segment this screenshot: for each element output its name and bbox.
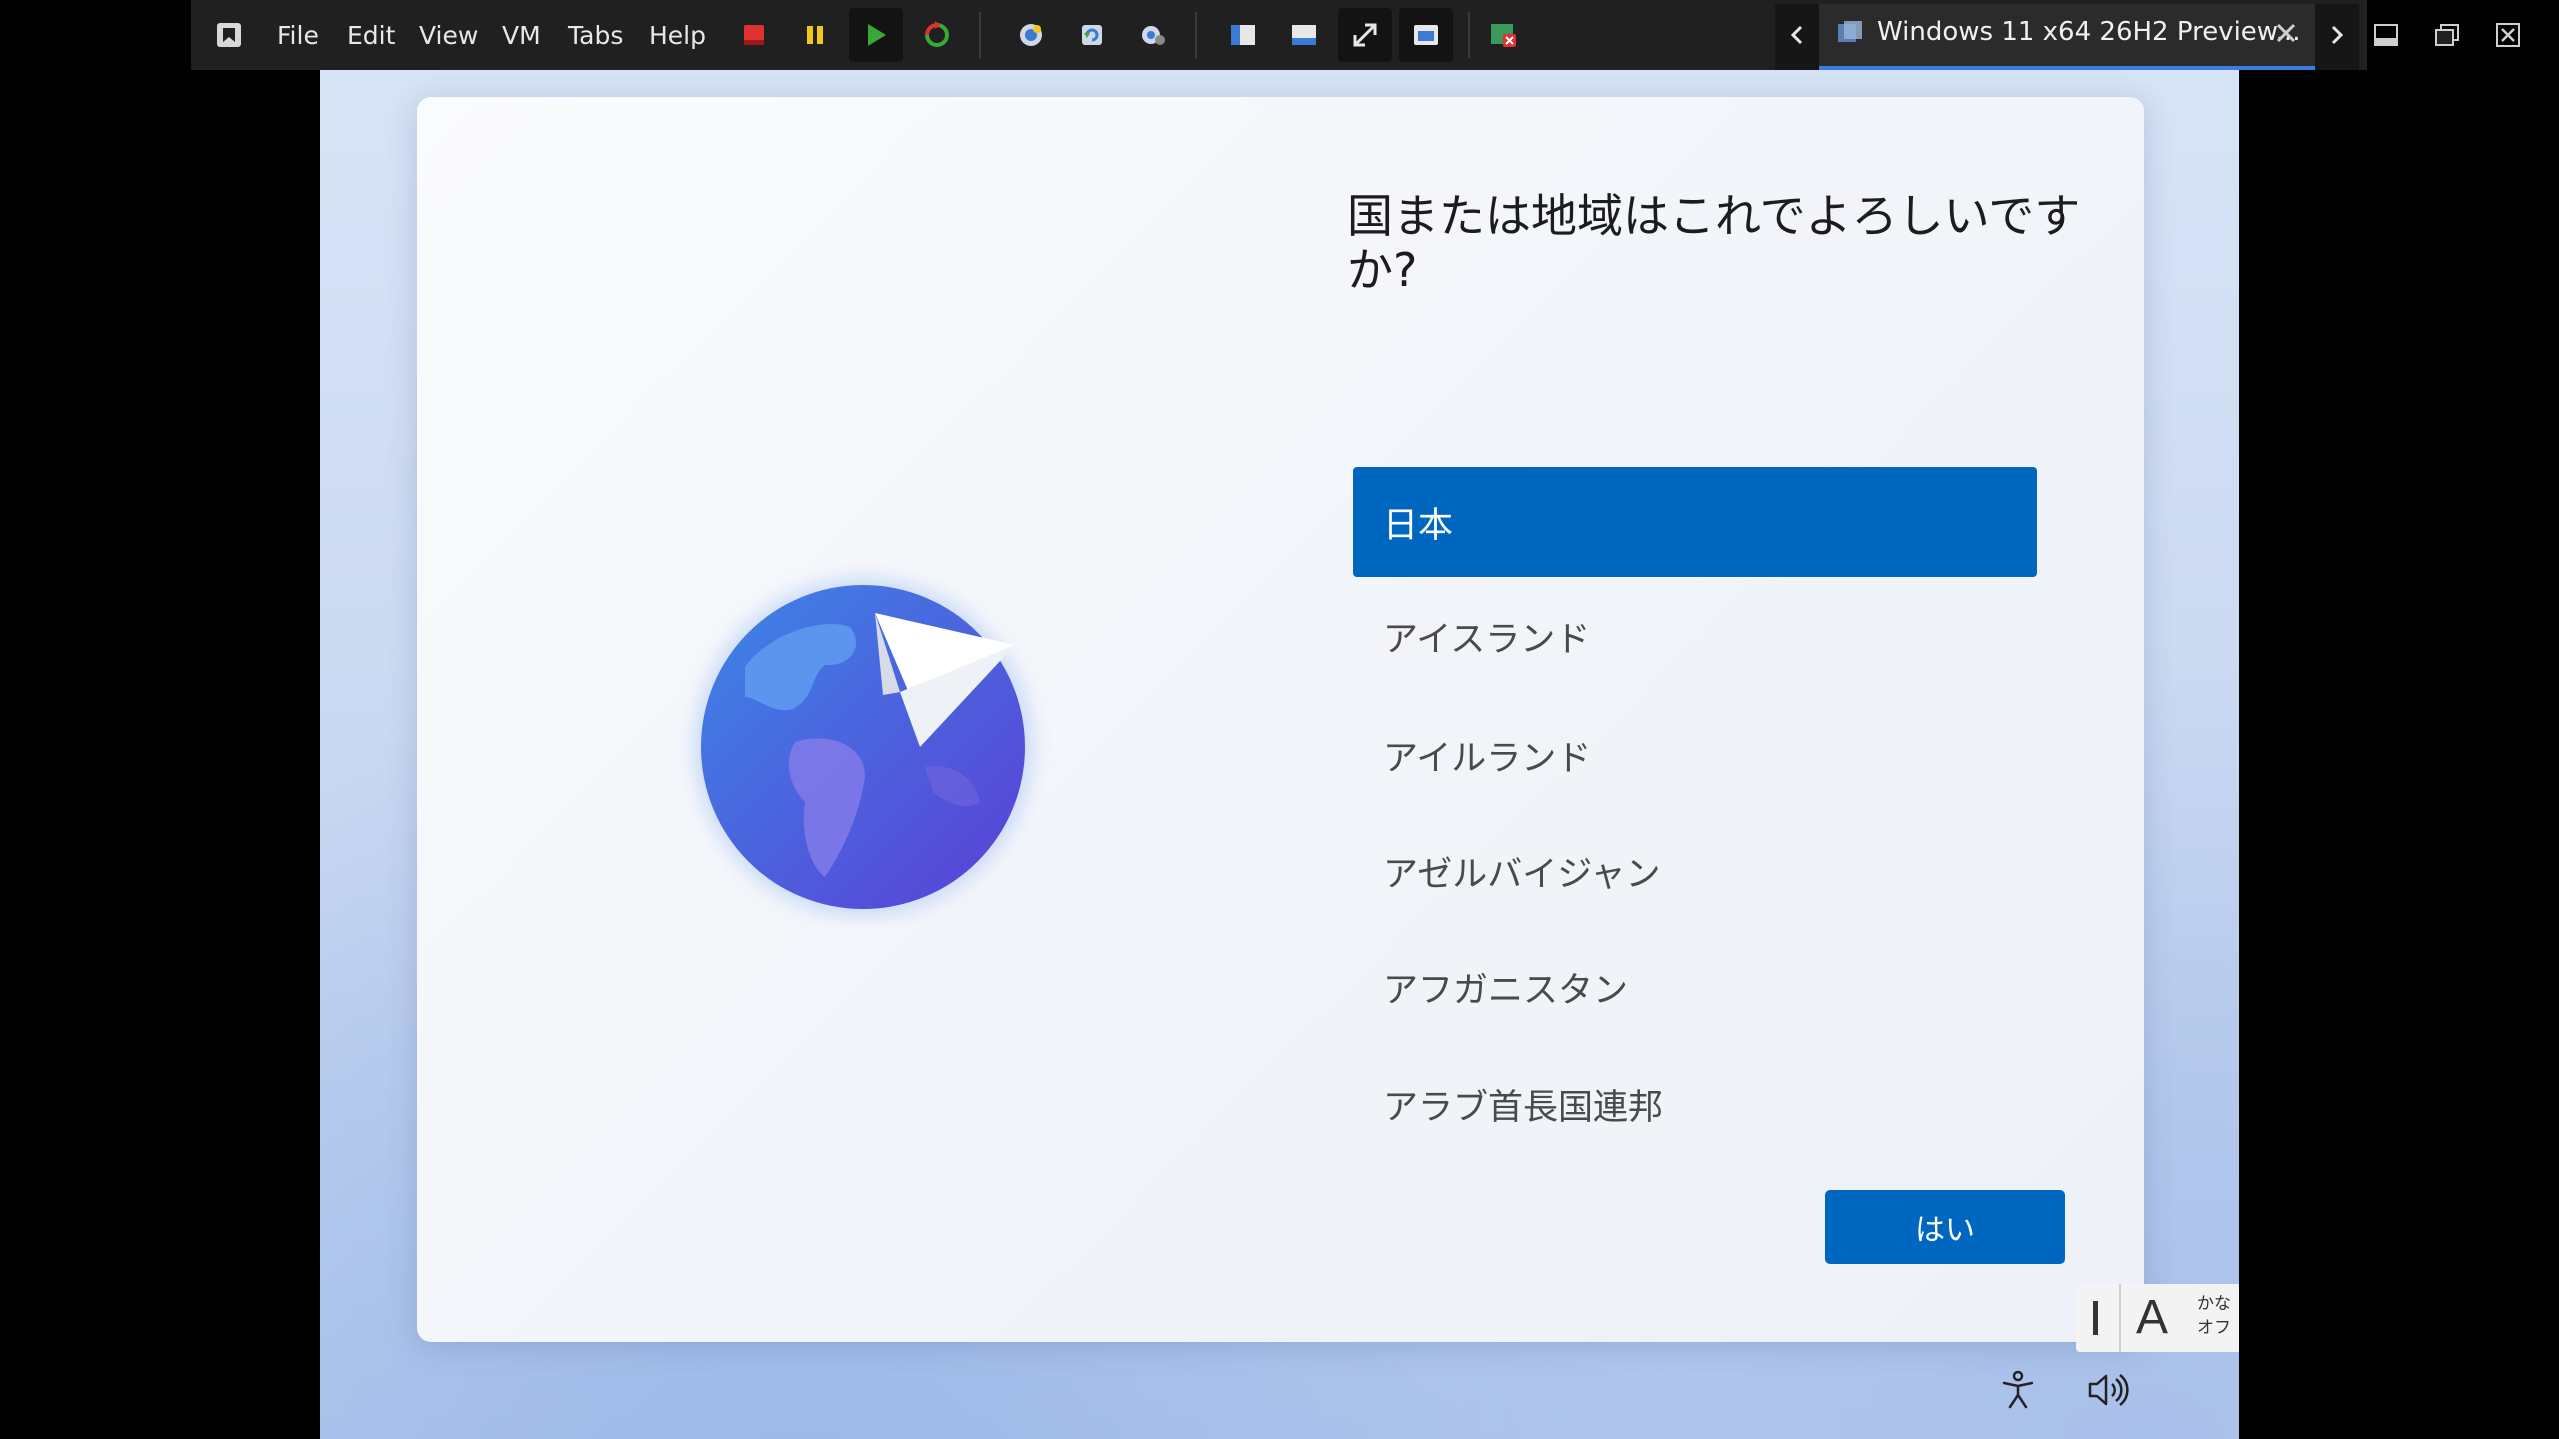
library-icon[interactable]	[1216, 8, 1270, 62]
vm-console[interactable]: 国または地域はこれでよろしいですか? 日本 アイスランド アイルランド アゼルバ…	[320, 70, 2239, 1439]
power-on-icon[interactable]	[849, 8, 903, 62]
menu-help[interactable]: Help	[649, 0, 706, 70]
ime-kana-line2: オフ	[2197, 1318, 2231, 1338]
snapshot-icon[interactable]	[1004, 8, 1058, 62]
globe-paper-plane-icon	[675, 547, 1055, 927]
fullscreen-icon[interactable]	[1338, 8, 1392, 62]
toolbar-separator	[1195, 12, 1197, 58]
country-item-japan[interactable]: 日本	[1353, 467, 2037, 577]
ime-caret	[2093, 1301, 2098, 1335]
oobe-question: 国または地域はこれでよろしいですか?	[1347, 189, 2081, 297]
menu-view[interactable]: View	[419, 0, 478, 70]
reset-icon[interactable]	[910, 8, 964, 62]
ime-indicator[interactable]: A かな オフ	[2076, 1284, 2239, 1352]
yes-button[interactable]: はい	[1825, 1190, 2065, 1264]
vm-tab-icon	[1837, 20, 1863, 50]
oobe-card: 国または地域はこれでよろしいですか? 日本 アイスランド アイルランド アゼルバ…	[417, 97, 2144, 1342]
menu-vm[interactable]: VM	[502, 0, 541, 70]
menu-tabs[interactable]: Tabs	[568, 0, 623, 70]
country-item-azerbaijan[interactable]: アゼルバイジャン	[1353, 816, 2037, 926]
ime-input-mode[interactable]: A	[2136, 1290, 2168, 1345]
minimize-window-icon[interactable]	[2366, 0, 2406, 70]
toolbar-separator	[1468, 12, 1470, 58]
volume-icon[interactable]	[2084, 1367, 2130, 1413]
ime-kana-line1: かな	[2197, 1294, 2231, 1314]
vmware-logo-icon[interactable]	[209, 0, 249, 70]
country-item-uae[interactable]: アラブ首長国連邦	[1353, 1049, 2037, 1159]
tab-close-icon[interactable]	[2275, 22, 2297, 48]
vm-tab-title: Windows 11 x64 26H2 Preview...	[1877, 17, 2301, 47]
manage-snapshots-icon[interactable]	[1126, 8, 1180, 62]
tab-scroll-left-icon[interactable]	[1775, 0, 1819, 70]
power-off-icon[interactable]	[727, 8, 781, 62]
tab-scroll-right-icon[interactable]	[2315, 0, 2359, 70]
restore-window-icon[interactable]	[2427, 0, 2467, 70]
country-item-ireland[interactable]: アイルランド	[1353, 700, 2037, 810]
accessibility-icon[interactable]	[1995, 1367, 2041, 1413]
suspend-icon[interactable]	[788, 8, 842, 62]
menu-file[interactable]: File	[277, 0, 319, 70]
ime-kana-toggle[interactable]: かな オフ	[2194, 1292, 2234, 1340]
close-window-icon[interactable]	[2488, 0, 2528, 70]
close-tab-icon[interactable]	[1476, 8, 1530, 62]
vm-toolbar: File Edit View VM Tabs Help Windows 11 x…	[191, 0, 2520, 70]
toolbar-separator	[979, 12, 981, 58]
revert-snapshot-icon[interactable]	[1065, 8, 1119, 62]
vm-tab[interactable]: Windows 11 x64 26H2 Preview...	[1819, 4, 2315, 70]
ime-divider	[2119, 1284, 2121, 1352]
console-view-icon[interactable]	[1277, 8, 1331, 62]
menu-edit[interactable]: Edit	[347, 0, 395, 70]
country-item-iceland[interactable]: アイスランド	[1353, 581, 2037, 691]
unity-icon[interactable]	[1399, 8, 1453, 62]
country-item-afghanistan[interactable]: アフガニスタン	[1353, 932, 2037, 1042]
